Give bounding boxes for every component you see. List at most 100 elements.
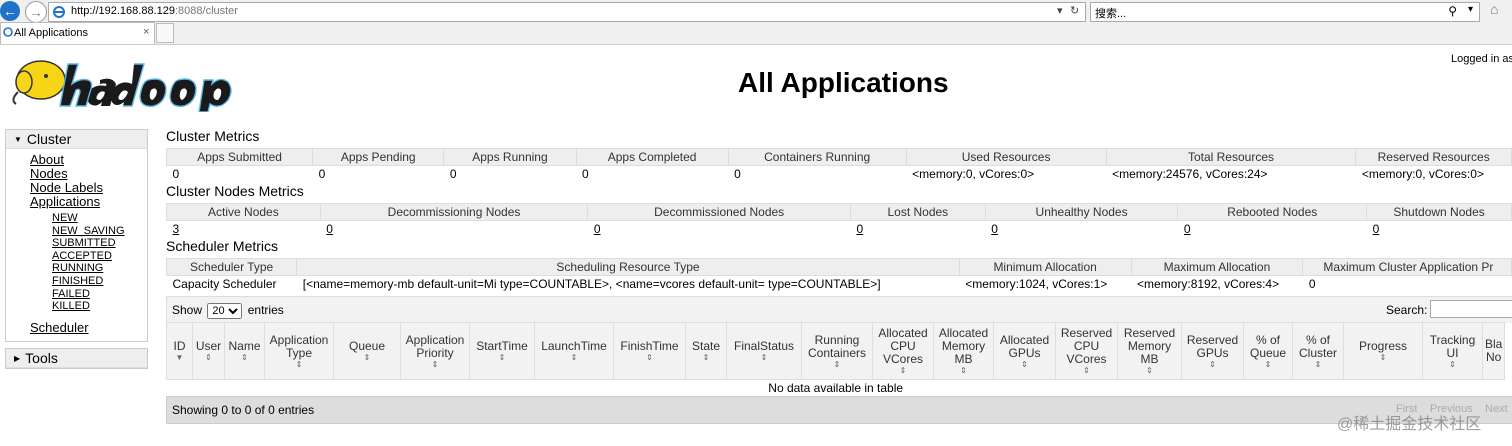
sidebar-link-accepted[interactable]: ACCEPTED xyxy=(30,250,147,263)
value-minimum-allocation: <memory:1024, vCores:1> xyxy=(965,277,1108,291)
tools-section-header[interactable]: ▶ Tools xyxy=(6,348,147,368)
col-progress[interactable]: Progress ⇕ xyxy=(1343,322,1423,380)
table-search-input[interactable] xyxy=(1430,300,1512,318)
tab-title: All Applications xyxy=(14,27,88,39)
sort-icon: ⇕ xyxy=(1209,359,1216,369)
sidebar-link-new-saving[interactable]: NEW_SAVING xyxy=(30,225,147,238)
col-user[interactable]: User ⇕ xyxy=(192,322,225,380)
url-text: http://192.168.88.129:8088/cluster xyxy=(71,5,238,17)
sidebar-link-killed[interactable]: KILLED xyxy=(30,300,147,313)
sort-icon: ⇕ xyxy=(833,359,841,369)
sidebar-link-finished[interactable]: FINISHED xyxy=(30,275,147,288)
header-reserved-resources: Reserved Resources xyxy=(1355,148,1512,166)
value-max-cluster-app-priority: 0 xyxy=(1308,277,1316,291)
chevron-down-icon[interactable]: ▾ xyxy=(1468,4,1473,15)
sidebar-link-nodes[interactable]: Nodes xyxy=(30,167,147,181)
col-name[interactable]: Name ⇕ xyxy=(224,322,265,380)
col-allocated-gpus[interactable]: Allocated GPUs ⇕ xyxy=(993,322,1056,380)
applications-table: ID ▼ User ⇕ Name ⇕ Application Type ⇕ Queue ⇕… xyxy=(166,322,1506,396)
col-application-type[interactable]: Application Type ⇕ xyxy=(264,322,334,380)
value-unhealthy-nodes: 0 xyxy=(985,221,1178,238)
value-maximum-allocation: <memory:8192, vCores:4> xyxy=(1137,277,1280,291)
col-allocated-cpu-vcores[interactable]: Allocated CPU VCores ⇕ xyxy=(872,322,934,380)
col-percent-of-queue[interactable]: % of Queue ⇕ xyxy=(1243,322,1293,380)
col-finalstatus[interactable]: FinalStatus ⇕ xyxy=(726,322,802,380)
address-dropdown-icon[interactable]: ▾ xyxy=(1057,4,1063,17)
col-tracking-ui[interactable]: Tracking UI ⇕ xyxy=(1422,322,1483,380)
back-arrow-icon[interactable]: ← xyxy=(0,1,20,21)
sidebar-link-applications[interactable]: Applications xyxy=(30,195,147,209)
browser-chrome: ← → http://192.168.88.129:8088/cluster ▾… xyxy=(0,0,1512,45)
header-unhealthy-nodes: Unhealthy Nodes xyxy=(984,203,1179,221)
col-starttime[interactable]: StartTime ⇕ xyxy=(469,322,535,380)
col-application-priority[interactable]: Application Priority ⇕ xyxy=(400,322,470,380)
sidebar-link-new[interactable]: NEW xyxy=(30,212,147,225)
header-containers-running: Containers Running xyxy=(727,148,907,166)
decommissioned-nodes-link[interactable]: 0 xyxy=(594,222,601,236)
sort-icon: ⇕ xyxy=(295,359,303,369)
nodes-metrics-header-row: Active Nodes Decommissioning Nodes Decom… xyxy=(166,203,1512,221)
sort-icon: ⇕ xyxy=(431,359,439,369)
cluster-section: ▼ Cluster About Nodes Node Labels Applica… xyxy=(5,129,148,342)
close-tab-icon[interactable]: × xyxy=(143,26,149,38)
header-decommissioning-nodes: Decommissioning Nodes xyxy=(319,203,589,221)
refresh-icon[interactable]: ↻ xyxy=(1070,4,1079,17)
table-search: Search: xyxy=(1386,300,1512,318)
sort-icon: ⇕ xyxy=(1449,359,1456,369)
cluster-label: Cluster xyxy=(26,131,72,147)
sort-icon: ⇕ xyxy=(1264,359,1272,369)
cluster-metrics-header-row: Apps Submitted Apps Pending Apps Running… xyxy=(165,148,1512,166)
col-percent-of-cluster[interactable]: % of Cluster ⇕ xyxy=(1292,322,1344,380)
cluster-section-header[interactable]: ▼ Cluster xyxy=(6,130,147,149)
cluster-metrics-value-row: 0 0 0 0 0 <memory:0, vCores:0> <memory:2… xyxy=(167,166,1512,183)
value-apps-submitted: 0 xyxy=(172,167,180,181)
header-minimum-allocation: Minimum Allocation xyxy=(958,258,1132,276)
forward-arrow-icon[interactable]: → xyxy=(25,1,47,23)
sidebar-link-scheduler[interactable]: Scheduler xyxy=(30,320,147,335)
col-reserved-memory-mb[interactable]: Reserved Memory MB ⇕ xyxy=(1117,322,1182,380)
col-reserved-gpus[interactable]: Reserved GPUs ⇕ xyxy=(1181,322,1244,380)
col-blacklisted-nodes[interactable]: Bla No xyxy=(1481,322,1506,380)
sort-icon: ⇕ xyxy=(702,353,710,362)
value-decommissioning-nodes: 0 xyxy=(320,221,588,238)
home-icon[interactable]: ⌂ xyxy=(1490,1,1498,17)
search-icon[interactable]: ⚲ xyxy=(1448,4,1457,18)
entries-select[interactable]: 20 xyxy=(207,303,243,319)
col-queue[interactable]: Queue ⇕ xyxy=(333,322,401,380)
sort-icon: ⇕ xyxy=(241,353,248,362)
unhealthy-nodes-link[interactable]: 0 xyxy=(991,222,998,236)
header-scheduler-type: Scheduler Type xyxy=(165,258,298,276)
sidebar-link-submitted[interactable]: SUBMITTED xyxy=(30,237,147,250)
scheduler-metrics-table: Scheduler Type Scheduling Resource Type … xyxy=(165,258,1512,292)
sidebar-link-node-labels[interactable]: Node Labels xyxy=(30,181,147,195)
shutdown-nodes-link[interactable]: 0 xyxy=(1373,222,1380,236)
sidebar-link-about[interactable]: About xyxy=(30,153,147,167)
col-finishtime[interactable]: FinishTime ⇕ xyxy=(613,322,686,380)
col-launchtime[interactable]: LaunchTime ⇕ xyxy=(534,322,614,380)
col-reserved-cpu-vcores[interactable]: Reserved CPU VCores ⇕ xyxy=(1055,322,1118,380)
rebooted-nodes-link[interactable]: 0 xyxy=(1184,222,1191,236)
apps-table-toolbar: Show 20 entries Search: xyxy=(166,296,1512,323)
show-label: Show xyxy=(172,303,203,317)
value-apps-pending: 0 xyxy=(318,167,326,181)
value-used-resources: <memory:0, vCores:0> xyxy=(912,167,1035,181)
col-id[interactable]: ID ▼ xyxy=(166,322,193,380)
lost-nodes-link[interactable]: 0 xyxy=(856,222,863,236)
decommissioning-nodes-link[interactable]: 0 xyxy=(326,222,333,236)
sidebar-link-failed[interactable]: FAILED xyxy=(30,288,147,301)
value-active-nodes: 3 xyxy=(167,221,321,238)
col-allocated-memory-mb[interactable]: Allocated Memory MB ⇕ xyxy=(933,322,994,380)
address-bar[interactable]: http://192.168.88.129:8088/cluster ▾ ↻ xyxy=(48,2,1086,22)
hadoop-logo xyxy=(12,60,232,112)
header-apps-submitted: Apps Submitted xyxy=(165,148,314,166)
sort-icon: ⇕ xyxy=(570,353,578,362)
col-state[interactable]: State ⇕ xyxy=(685,322,727,380)
pager-next[interactable]: Next xyxy=(1485,403,1508,415)
header-active-nodes: Active Nodes xyxy=(166,203,321,221)
col-running-containers[interactable]: Running Containers ⇕ xyxy=(801,322,873,380)
new-tab-button[interactable] xyxy=(156,23,174,43)
browser-tab[interactable]: All Applications × xyxy=(0,22,155,44)
browser-search-box[interactable]: 搜索... ⚲ ▾ xyxy=(1090,2,1480,22)
sidebar-link-running[interactable]: RUNNING xyxy=(30,262,147,275)
active-nodes-link[interactable]: 3 xyxy=(173,222,180,236)
